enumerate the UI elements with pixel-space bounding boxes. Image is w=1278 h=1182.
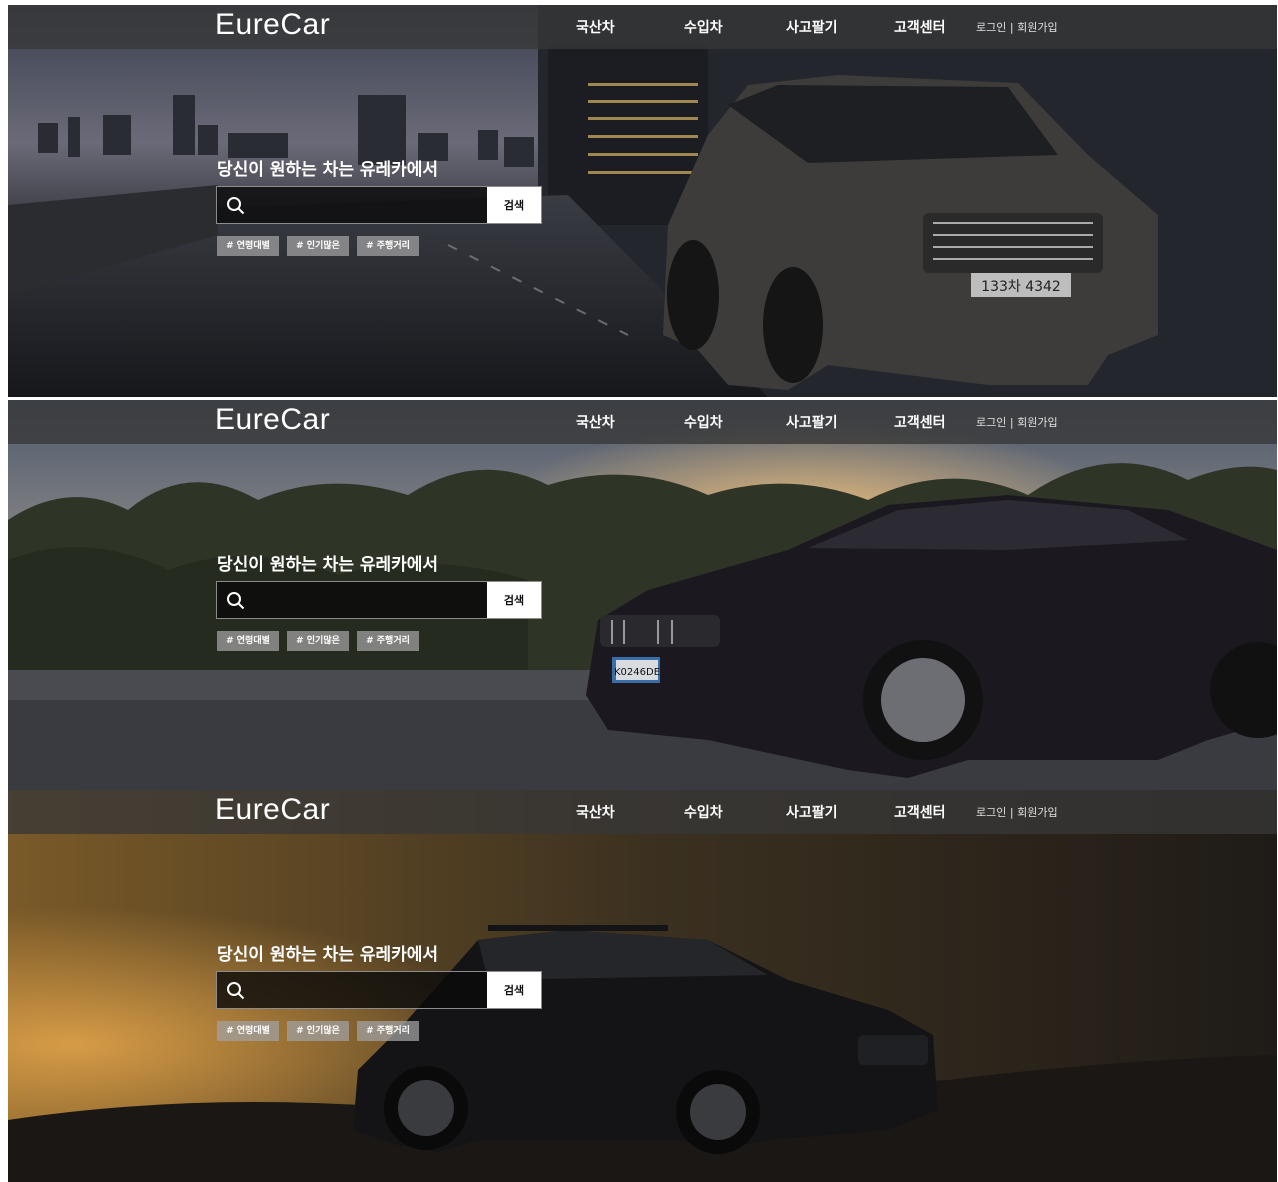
nav-imported-cars[interactable]: 수입차: [684, 412, 723, 432]
auth-separator: |: [1009, 806, 1014, 819]
logo[interactable]: EureCar: [215, 8, 330, 42]
auth-separator: |: [1009, 21, 1014, 34]
search-input[interactable]: [253, 972, 493, 1010]
hero-background-sunset-trees: K0246DE: [8, 400, 1277, 792]
search-icon: [227, 197, 245, 215]
nav-domestic-cars[interactable]: 국산차: [576, 17, 615, 37]
auth-links: 로그인 | 회원가입: [976, 414, 1058, 430]
search-button[interactable]: 검색: [487, 972, 541, 1008]
nav-domestic-cars[interactable]: 국산차: [576, 412, 615, 432]
license-plate: K0246DE: [614, 667, 660, 678]
search-input[interactable]: [253, 582, 493, 620]
top-nav-bar: EureCar 국산차 수입차 사고팔기 고객센터 로그인 | 회원가입: [8, 400, 1277, 444]
hero-tagline: 당신이 원하는 차는 유레카에서: [217, 160, 439, 180]
nav-buy-sell[interactable]: 사고팔기: [786, 17, 838, 37]
nav-domestic-cars[interactable]: 국산차: [576, 802, 615, 822]
search-bar: 검색: [216, 581, 542, 620]
hero-tagline: 당신이 원하는 차는 유레카에서: [217, 945, 439, 965]
nav-buy-sell[interactable]: 사고팔기: [786, 802, 838, 822]
nav-buy-sell[interactable]: 사고팔기: [786, 412, 838, 432]
tag-by-age[interactable]: # 연령대별: [217, 631, 279, 651]
search-button[interactable]: 검색: [487, 187, 541, 223]
signup-link[interactable]: 회원가입: [1017, 21, 1057, 34]
nav-customer-center[interactable]: 고객센터: [894, 802, 946, 822]
tag-mileage[interactable]: # 주행거리: [357, 1021, 419, 1041]
login-link[interactable]: 로그인: [976, 21, 1006, 34]
search-input[interactable]: [253, 187, 493, 225]
hero-background-city-night: 133차 4342: [8, 5, 1277, 397]
hero-frame-1: 133차 4342 EureCar 국산차 수입차 사고팔기 고객센터 로그인 …: [8, 5, 1277, 397]
logo[interactable]: EureCar: [215, 403, 330, 437]
signup-link[interactable]: 회원가입: [1017, 806, 1057, 819]
auth-links: 로그인 | 회원가입: [976, 19, 1058, 35]
tag-mileage[interactable]: # 주행거리: [357, 236, 419, 256]
logo[interactable]: EureCar: [215, 793, 330, 827]
tag-popular[interactable]: # 인기많은: [287, 631, 349, 651]
search-icon: [227, 592, 245, 610]
hero-frame-3: EureCar 국산차 수입차 사고팔기 고객센터 로그인 | 회원가입 당신이…: [8, 790, 1277, 1182]
nav-customer-center[interactable]: 고객센터: [894, 17, 946, 37]
auth-links: 로그인 | 회원가입: [976, 804, 1058, 820]
hero-tagline: 당신이 원하는 차는 유레카에서: [217, 555, 439, 575]
top-nav-bar: EureCar 국산차 수입차 사고팔기 고객센터 로그인 | 회원가입: [8, 5, 1277, 49]
tag-popular[interactable]: # 인기많은: [287, 236, 349, 256]
tag-by-age[interactable]: # 연령대별: [217, 1021, 279, 1041]
search-button[interactable]: 검색: [487, 582, 541, 618]
tag-by-age[interactable]: # 연령대별: [217, 236, 279, 256]
nav-imported-cars[interactable]: 수입차: [684, 802, 723, 822]
signup-link[interactable]: 회원가입: [1017, 416, 1057, 429]
top-nav-bar: EureCar 국산차 수입차 사고팔기 고객센터 로그인 | 회원가입: [8, 790, 1277, 834]
hero-background-dusk: [8, 790, 1277, 1182]
tag-popular[interactable]: # 인기많은: [287, 1021, 349, 1041]
tag-mileage[interactable]: # 주행거리: [357, 631, 419, 651]
login-link[interactable]: 로그인: [976, 806, 1006, 819]
search-bar: 검색: [216, 186, 542, 225]
search-icon: [227, 982, 245, 1000]
hero-frame-2: K0246DE EureCar 국산차 수입차 사고팔기 고객센터 로그인 | …: [8, 400, 1277, 792]
auth-separator: |: [1009, 416, 1014, 429]
nav-imported-cars[interactable]: 수입차: [684, 17, 723, 37]
login-link[interactable]: 로그인: [976, 416, 1006, 429]
nav-customer-center[interactable]: 고객센터: [894, 412, 946, 432]
license-plate: 133차 4342: [981, 279, 1061, 295]
search-bar: 검색: [216, 971, 542, 1010]
